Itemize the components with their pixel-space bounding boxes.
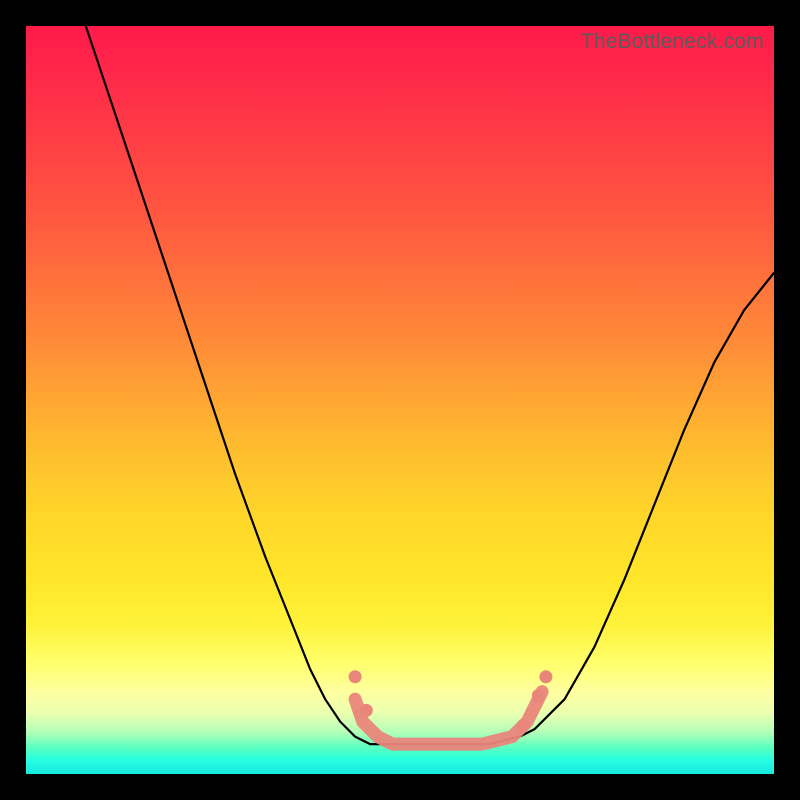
trough-marker-dot — [539, 670, 552, 683]
trough-marker-dot — [360, 704, 373, 717]
curve-layer — [26, 26, 774, 774]
chart-frame: TheBottleneck.com — [0, 0, 800, 800]
plot-area: TheBottleneck.com — [26, 26, 774, 774]
trough-marker-dot — [517, 719, 530, 732]
bottleneck-curve — [86, 26, 774, 744]
trough-marker-band — [355, 692, 542, 744]
trough-marker-dot — [349, 670, 362, 683]
trough-marker-dot — [532, 689, 545, 702]
